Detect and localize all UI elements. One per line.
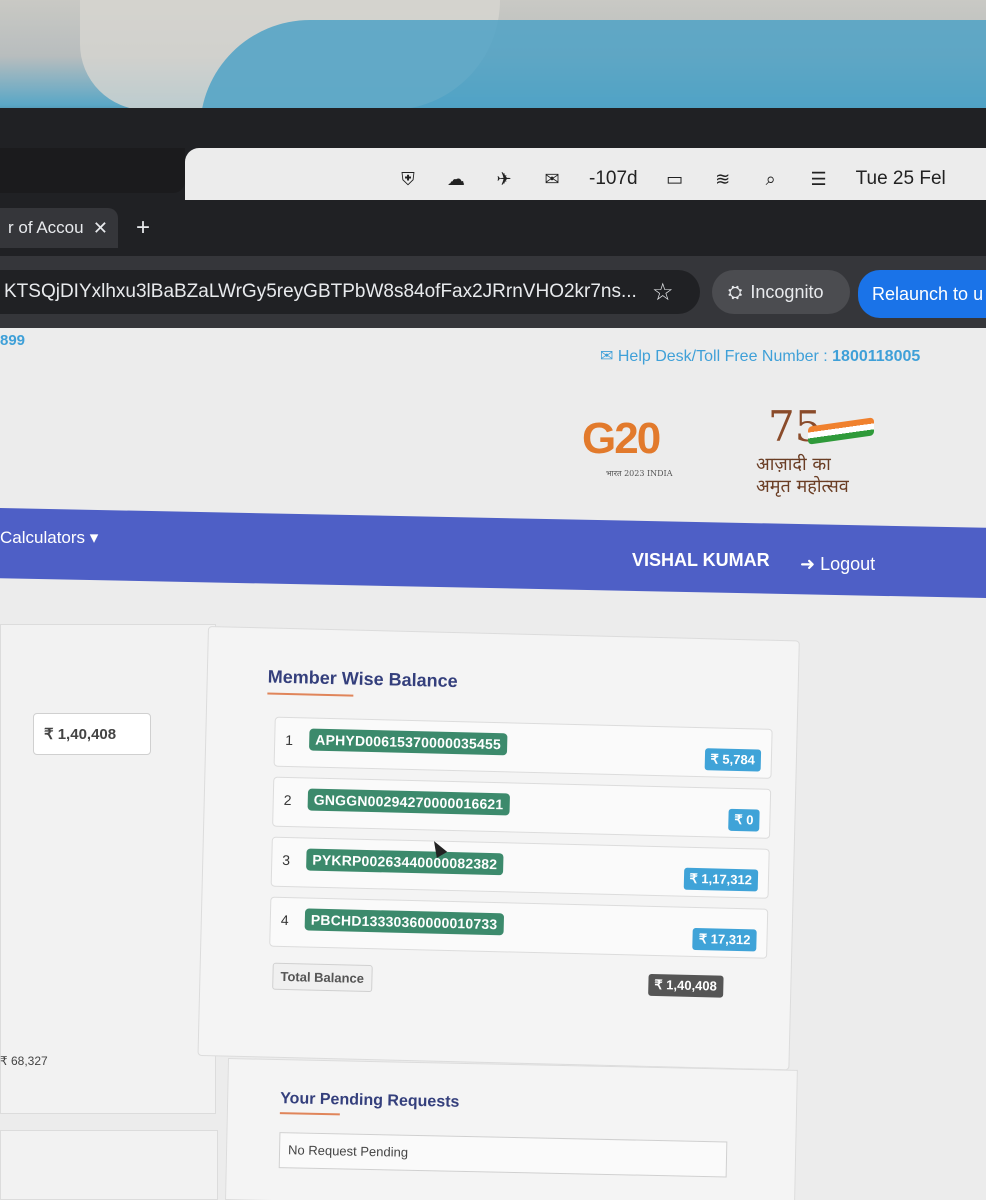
tab-strip: r of Accou ✕ +: [0, 200, 986, 256]
incognito-button[interactable]: ⛭ Incognito: [712, 270, 850, 314]
logout-icon: ➜: [800, 554, 821, 574]
logout-button[interactable]: ➜ Logout: [800, 554, 875, 575]
member-wise-balance-title: Member Wise Balance: [267, 666, 458, 692]
azadi-line-2: अमृत महोत्सव: [756, 476, 849, 497]
control-center-icon[interactable]: ☰: [808, 168, 830, 190]
battery-icon[interactable]: ▭: [664, 168, 686, 190]
member-row[interactable]: 3 PYKRP00263440000082382 ₹ 1,17,312: [270, 836, 770, 899]
member-id-badge: APHYD00615370000035455: [308, 728, 508, 756]
user-name[interactable]: VISHAL KUMAR: [632, 550, 770, 571]
member-row-number: 4: [280, 911, 289, 929]
tab-title: r of Accou: [8, 218, 84, 237]
outlook-icon[interactable]: ✉: [541, 168, 563, 190]
member-wise-balance-card: Member Wise Balance 1 APHYD0061537000003…: [197, 626, 800, 1071]
top-info-bar: 899 ✉ Help Desk/Toll Free Number : 18001…: [0, 328, 986, 378]
browser-toolbar: KTSQjDIYxlhxu3lBaBZaLWrGy5reyGBTPbW8s84o…: [0, 256, 986, 328]
member-row[interactable]: 4 PBCHD13330360000010733 ₹ 17,312: [269, 896, 769, 959]
title-underline: [279, 1112, 340, 1116]
battery-status[interactable]: -107d: [589, 168, 638, 190]
sync-icon[interactable]: ✈: [493, 168, 515, 190]
mail-icon: ✉: [600, 348, 618, 365]
azadi-line-1: आज़ादी का: [756, 454, 831, 475]
member-row-number: 2: [283, 791, 292, 809]
total-balance-value: ₹ 1,40,408: [648, 973, 724, 998]
logo-row: G20 भारत 2023 INDIA 75 आज़ादी का अमृत मह…: [0, 378, 986, 508]
shield-icon[interactable]: ⛨: [397, 168, 419, 190]
close-icon[interactable]: ✕: [93, 218, 108, 239]
azadi-text: आज़ादी का अमृत महोत्सव: [756, 454, 849, 498]
helpdesk-label: Help Desk/Toll Free Number :: [617, 348, 833, 365]
total-balance-label: Total Balance: [272, 962, 373, 993]
spotlight-icon[interactable]: ⌕: [760, 168, 782, 190]
member-row-number: 3: [282, 851, 291, 869]
wifi-icon[interactable]: ≋: [712, 168, 734, 190]
calculators-menu[interactable]: Calculators ▾: [0, 528, 98, 548]
member-id-badge: GNGGN00294270000016621: [307, 788, 510, 816]
member-row[interactable]: 1 APHYD00615370000035455 ₹ 5,784: [273, 716, 773, 779]
g20-logo: G20: [582, 414, 661, 464]
browser-tab[interactable]: r of Accou ✕: [0, 208, 118, 248]
new-tab-icon[interactable]: +: [136, 214, 150, 242]
summary-footer-value: ₹ 68,327: [0, 1054, 48, 1068]
member-id-badge: PYKRP00263440000082382: [306, 848, 504, 876]
web-page: 899 ✉ Help Desk/Toll Free Number : 18001…: [0, 328, 986, 1200]
member-balance-badge: ₹ 1,17,312: [683, 867, 759, 892]
member-row[interactable]: 2 GNGGN00294270000016621 ₹ 0: [272, 776, 772, 839]
pending-requests-message: No Request Pending: [278, 1132, 728, 1178]
relaunch-button[interactable]: Relaunch to u: [858, 270, 986, 318]
menubar-left-dark: [0, 148, 185, 193]
member-balance-badge: ₹ 5,784: [704, 748, 762, 772]
member-balance-badge: ₹ 17,312: [692, 927, 757, 952]
g20-text: G20: [582, 414, 661, 463]
member-balance-badge: ₹ 0: [728, 808, 760, 832]
cloud-icon[interactable]: ☁: [445, 168, 467, 190]
main-navbar: [0, 508, 986, 598]
account-number-fragment: 899: [0, 332, 26, 349]
menubar-datetime[interactable]: Tue 25 Fel: [856, 168, 946, 190]
summary-balance: ₹ 1,40,408: [33, 713, 151, 755]
helpdesk-info: ✉ Help Desk/Toll Free Number : 180011800…: [600, 346, 920, 366]
incognito-label: Incognito: [750, 281, 824, 302]
member-id-badge: PBCHD13330360000010733: [304, 908, 504, 936]
left-lower-card: [0, 1130, 218, 1200]
pending-requests-card: Your Pending Requests No Request Pending: [225, 1058, 798, 1200]
azadi-ka-amrit-mahotsav-logo: 75 आज़ादी का अमृत महोत्सव: [756, 402, 886, 502]
account-summary-card: ₹ 1,40,408: [0, 624, 216, 1114]
title-underline: [267, 692, 354, 697]
member-row-number: 1: [285, 731, 294, 749]
incognito-icon: ⛭: [728, 281, 743, 302]
address-bar[interactable]: KTSQjDIYxlhxu3lBaBZaLWrGy5reyGBTPbW8s84o…: [0, 270, 700, 314]
logout-label: Logout: [820, 554, 876, 574]
bookmark-star-icon[interactable]: ☆: [652, 278, 674, 307]
pending-requests-title: Your Pending Requests: [279, 1090, 460, 1111]
g20-subtext: भारत 2023 INDIA: [606, 469, 673, 478]
helpdesk-number[interactable]: 1800118005: [832, 348, 920, 365]
